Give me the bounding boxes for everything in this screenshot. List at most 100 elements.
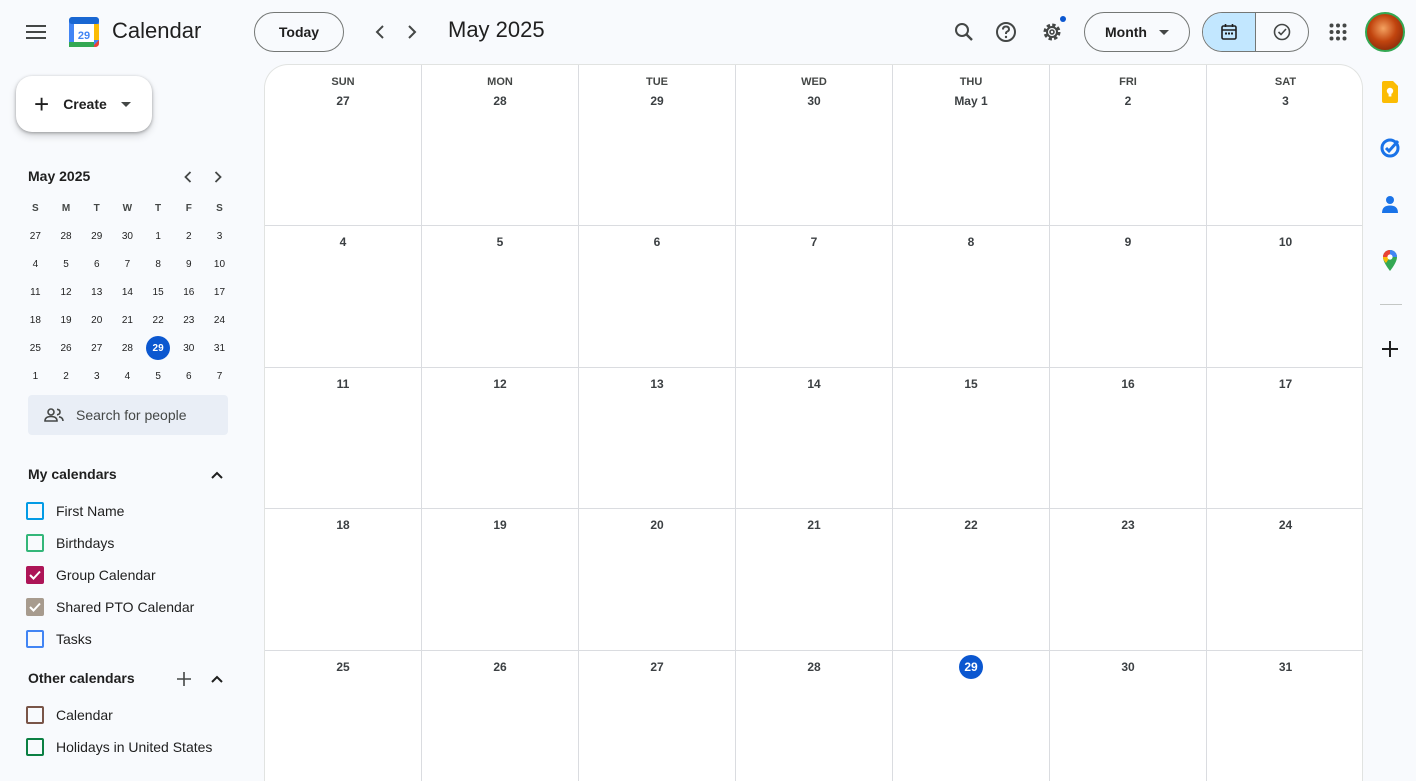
- mini-day[interactable]: 21: [112, 306, 143, 334]
- day-number[interactable]: 21: [736, 513, 892, 537]
- mini-day[interactable]: 17: [204, 278, 235, 306]
- day-number[interactable]: 8: [893, 230, 1049, 254]
- day-cell[interactable]: 5: [422, 226, 579, 368]
- day-cell[interactable]: 26: [422, 651, 579, 781]
- search-people-field[interactable]: Search for people: [28, 395, 228, 435]
- day-number[interactable]: 12: [422, 372, 578, 396]
- day-cell[interactable]: 9: [1050, 226, 1207, 368]
- calendar-item[interactable]: Group Calendar: [26, 563, 156, 587]
- get-add-ons-button[interactable]: [1378, 337, 1402, 361]
- mini-day[interactable]: 18: [20, 306, 51, 334]
- day-number[interactable]: 28: [422, 89, 578, 113]
- today-button[interactable]: Today: [254, 12, 344, 52]
- day-number[interactable]: 2: [1050, 89, 1206, 113]
- search-button[interactable]: [944, 12, 984, 52]
- mini-day[interactable]: 27: [81, 334, 112, 362]
- day-cell[interactable]: 24: [1207, 509, 1362, 651]
- day-cell[interactable]: 4: [265, 226, 422, 368]
- day-cell[interactable]: 21: [736, 509, 893, 651]
- google-apps-button[interactable]: [1318, 12, 1358, 52]
- day-cell[interactable]: WED 30: [736, 65, 893, 226]
- day-number[interactable]: 10: [1207, 230, 1362, 254]
- day-cell[interactable]: 13: [579, 368, 736, 509]
- day-number[interactable]: 16: [1050, 372, 1206, 396]
- day-number[interactable]: 31: [1207, 655, 1362, 679]
- mini-day[interactable]: 6: [81, 250, 112, 278]
- day-cell[interactable]: MON 28: [422, 65, 579, 226]
- checkbox-unchecked[interactable]: [26, 630, 44, 648]
- mini-day[interactable]: 25: [20, 334, 51, 362]
- mini-day[interactable]: 13: [81, 278, 112, 306]
- other-calendars-collapse-button[interactable]: [205, 667, 229, 691]
- tasks-view-toggle[interactable]: [1256, 13, 1308, 51]
- checkbox-checked[interactable]: [26, 566, 44, 584]
- day-cell[interactable]: 10: [1207, 226, 1362, 368]
- day-number[interactable]: 6: [579, 230, 735, 254]
- day-cell-today[interactable]: 29: [893, 651, 1050, 781]
- day-cell[interactable]: 18: [265, 509, 422, 651]
- day-cell[interactable]: SUN 27: [265, 65, 422, 226]
- tasks-button[interactable]: [1378, 136, 1402, 160]
- day-cell[interactable]: 19: [422, 509, 579, 651]
- mini-day[interactable]: 15: [143, 278, 174, 306]
- day-cell[interactable]: 22: [893, 509, 1050, 651]
- day-number[interactable]: 20: [579, 513, 735, 537]
- day-cell[interactable]: 16: [1050, 368, 1207, 509]
- day-number[interactable]: 11: [265, 372, 421, 396]
- mini-day[interactable]: 20: [81, 306, 112, 334]
- mini-day[interactable]: 2: [173, 222, 204, 250]
- checkbox-checked[interactable]: [26, 598, 44, 616]
- previous-period-button[interactable]: [364, 16, 396, 48]
- settings-button[interactable]: [1032, 12, 1072, 52]
- mini-day[interactable]: 19: [51, 306, 82, 334]
- day-cell[interactable]: FRI 2: [1050, 65, 1207, 226]
- keep-button[interactable]: [1378, 80, 1402, 104]
- day-number[interactable]: 15: [893, 372, 1049, 396]
- calendar-item[interactable]: Holidays in United States: [26, 735, 212, 759]
- calendar-item[interactable]: Shared PTO Calendar: [26, 595, 194, 619]
- day-number[interactable]: 30: [1050, 655, 1206, 679]
- day-cell[interactable]: 20: [579, 509, 736, 651]
- day-cell[interactable]: SAT 3: [1207, 65, 1362, 226]
- day-number[interactable]: 5: [422, 230, 578, 254]
- day-cell[interactable]: 12: [422, 368, 579, 509]
- day-number[interactable]: 22: [893, 513, 1049, 537]
- maps-button[interactable]: [1378, 248, 1402, 272]
- day-number[interactable]: 30: [736, 89, 892, 113]
- mini-day[interactable]: 5: [143, 362, 174, 390]
- create-button[interactable]: + Create: [16, 76, 152, 132]
- day-cell[interactable]: 28: [736, 651, 893, 781]
- mini-day[interactable]: 8: [143, 250, 174, 278]
- day-number[interactable]: 9: [1050, 230, 1206, 254]
- mini-day[interactable]: 1: [143, 222, 174, 250]
- add-other-calendar-button[interactable]: [172, 667, 196, 691]
- view-switcher-dropdown[interactable]: Month: [1084, 12, 1190, 52]
- day-number[interactable]: 18: [265, 513, 421, 537]
- mini-day[interactable]: 30: [112, 222, 143, 250]
- day-number[interactable]: 19: [422, 513, 578, 537]
- mini-day[interactable]: 5: [51, 250, 82, 278]
- calendar-item[interactable]: Birthdays: [26, 531, 114, 555]
- mini-calendar-next-button[interactable]: [206, 165, 230, 189]
- mini-day-selected[interactable]: 29: [143, 334, 174, 362]
- mini-day[interactable]: 29: [81, 222, 112, 250]
- mini-day[interactable]: 16: [173, 278, 204, 306]
- mini-day[interactable]: 14: [112, 278, 143, 306]
- day-cell[interactable]: 14: [736, 368, 893, 509]
- checkbox-unchecked[interactable]: [26, 534, 44, 552]
- mini-day[interactable]: 2: [51, 362, 82, 390]
- day-cell[interactable]: 15: [893, 368, 1050, 509]
- mini-day[interactable]: 23: [173, 306, 204, 334]
- day-number[interactable]: 29: [579, 89, 735, 113]
- mini-day[interactable]: 7: [204, 362, 235, 390]
- mini-day[interactable]: 31: [204, 334, 235, 362]
- day-number[interactable]: 23: [1050, 513, 1206, 537]
- mini-day[interactable]: 6: [173, 362, 204, 390]
- day-cell[interactable]: 8: [893, 226, 1050, 368]
- mini-day[interactable]: 3: [81, 362, 112, 390]
- day-number[interactable]: 27: [579, 655, 735, 679]
- mini-day[interactable]: 10: [204, 250, 235, 278]
- day-number[interactable]: 25: [265, 655, 421, 679]
- my-calendars-collapse-button[interactable]: [205, 463, 229, 487]
- mini-day[interactable]: 4: [20, 250, 51, 278]
